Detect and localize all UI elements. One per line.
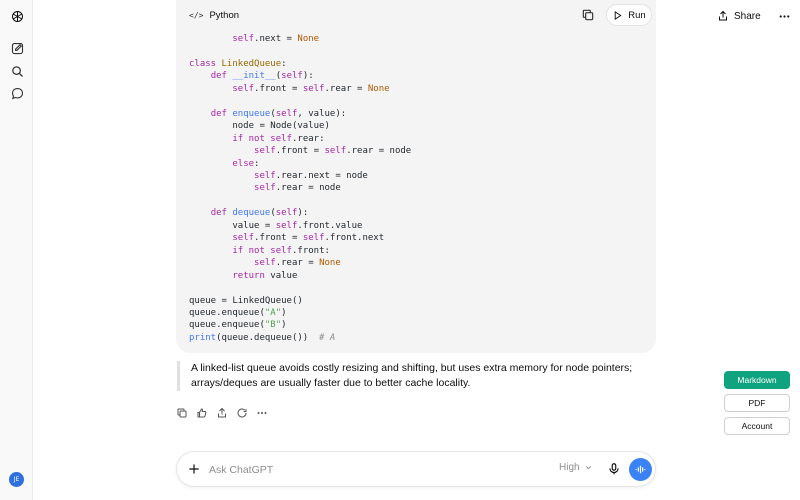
markdown-button[interactable]: Markdown: [724, 371, 790, 389]
openai-logo-icon[interactable]: [9, 8, 25, 24]
feedback-thumbs-icon[interactable]: [196, 407, 208, 419]
code-content: self.next = None class LinkedQueue: def …: [189, 34, 412, 343]
copy-icon[interactable]: [176, 407, 188, 419]
share-icon: [719, 10, 727, 21]
share-label: Share: [734, 10, 761, 22]
more-options-icon[interactable]: [776, 8, 792, 24]
run-label: Run: [628, 9, 646, 21]
code-block-header: </> Python Run: [176, 0, 656, 32]
new-chat-icon[interactable]: [9, 40, 25, 56]
response-paragraph: A linked-list queue avoids costly resizi…: [177, 361, 647, 391]
add-attachment-icon[interactable]: [187, 462, 201, 476]
microphone-icon[interactable]: [607, 462, 621, 476]
copy-code-icon[interactable]: [581, 8, 595, 22]
code-icon: </>: [189, 11, 204, 20]
regenerate-icon[interactable]: [236, 407, 248, 419]
reasoning-level-select[interactable]: High: [559, 462, 593, 473]
account-button[interactable]: Account: [724, 417, 790, 435]
chevron-down-icon: [585, 466, 591, 470]
reasoning-level-label: High: [559, 462, 580, 473]
message-actions: [176, 407, 268, 419]
chats-icon[interactable]: [9, 85, 25, 101]
run-code-button[interactable]: Run: [606, 4, 652, 26]
more-actions-icon[interactable]: [256, 407, 268, 419]
waveform-icon: [635, 465, 646, 474]
pdf-button[interactable]: PDF: [724, 394, 790, 412]
prompt-input[interactable]: [209, 461, 509, 479]
avatar[interactable]: JE: [9, 472, 24, 487]
play-icon: [615, 10, 622, 20]
share-message-icon[interactable]: [216, 407, 228, 419]
code-language: </> Python: [189, 10, 239, 21]
code-block: </> Python Run self.next = None class Li…: [176, 0, 656, 353]
share-button[interactable]: Share: [717, 6, 761, 26]
composer: High: [176, 451, 656, 487]
code-language-label: Python: [209, 10, 240, 21]
left-rail: JE: [0, 0, 33, 500]
voice-mode-button[interactable]: [629, 458, 652, 481]
search-icon[interactable]: [9, 63, 25, 79]
